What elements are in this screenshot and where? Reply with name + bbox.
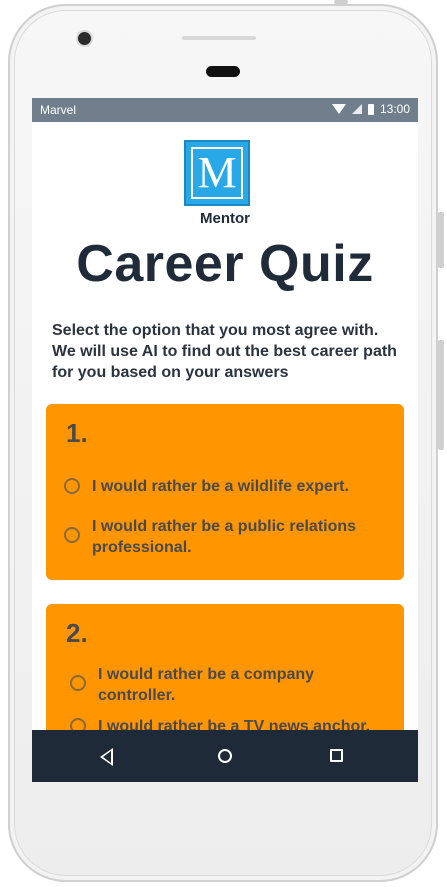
question-card: 1. I would rather be a wildlife expert. … (46, 404, 404, 580)
status-icons: 13:00 (331, 102, 410, 116)
brand-name: Mentor (200, 210, 250, 227)
logo-letter: M (191, 147, 243, 199)
intro-text: Select the option that you most agree wi… (52, 322, 397, 381)
radio-button[interactable] (64, 478, 80, 494)
navigation-bar (32, 730, 418, 782)
option-label: I would rather be a company controller. (98, 666, 315, 704)
volume-button (438, 212, 444, 268)
radio-button[interactable] (64, 527, 80, 543)
wifi-icon (331, 104, 346, 114)
signal-icon (351, 104, 362, 114)
question-card: 2. I would rather be a company controlle… (46, 604, 404, 730)
question-number: 1. (66, 418, 88, 448)
page-title: Career Quiz (76, 235, 374, 293)
answer-option[interactable]: I would rather be a company controller. (70, 664, 392, 706)
carrier-label: Marvel (40, 103, 77, 117)
power-button (438, 340, 444, 450)
home-icon[interactable] (218, 749, 232, 763)
radio-button[interactable] (70, 718, 86, 730)
status-bar: Marvel 13:00 (32, 98, 418, 122)
question-number: 2. (66, 618, 88, 648)
scroll-content[interactable]: M Mentor Career Quiz Select the option t… (32, 122, 418, 730)
back-icon[interactable] (100, 748, 113, 766)
answer-option[interactable]: I would rather be a wildlife expert. (64, 476, 392, 497)
option-label: I would rather be a wildlife expert. (92, 478, 349, 495)
answer-option[interactable]: I would rather be a public relations pro… (64, 516, 392, 558)
radio-button[interactable] (70, 675, 86, 691)
battery-icon (367, 103, 374, 115)
mentor-logo: M (184, 140, 250, 206)
recent-apps-icon[interactable] (330, 749, 343, 762)
front-camera (78, 32, 91, 45)
answer-option[interactable]: I would rather be a TV news anchor. (70, 716, 392, 730)
option-label: I would rather be a TV news anchor. (98, 718, 371, 730)
sensor-bar (182, 36, 256, 40)
screen: Marvel 13:00 M Mentor Career Quiz Select… (32, 98, 418, 782)
top-button (334, 0, 348, 4)
clock: 13:00 (379, 102, 410, 116)
option-label: I would rather be a public relations pro… (92, 518, 357, 556)
earpiece-speaker (206, 66, 240, 77)
